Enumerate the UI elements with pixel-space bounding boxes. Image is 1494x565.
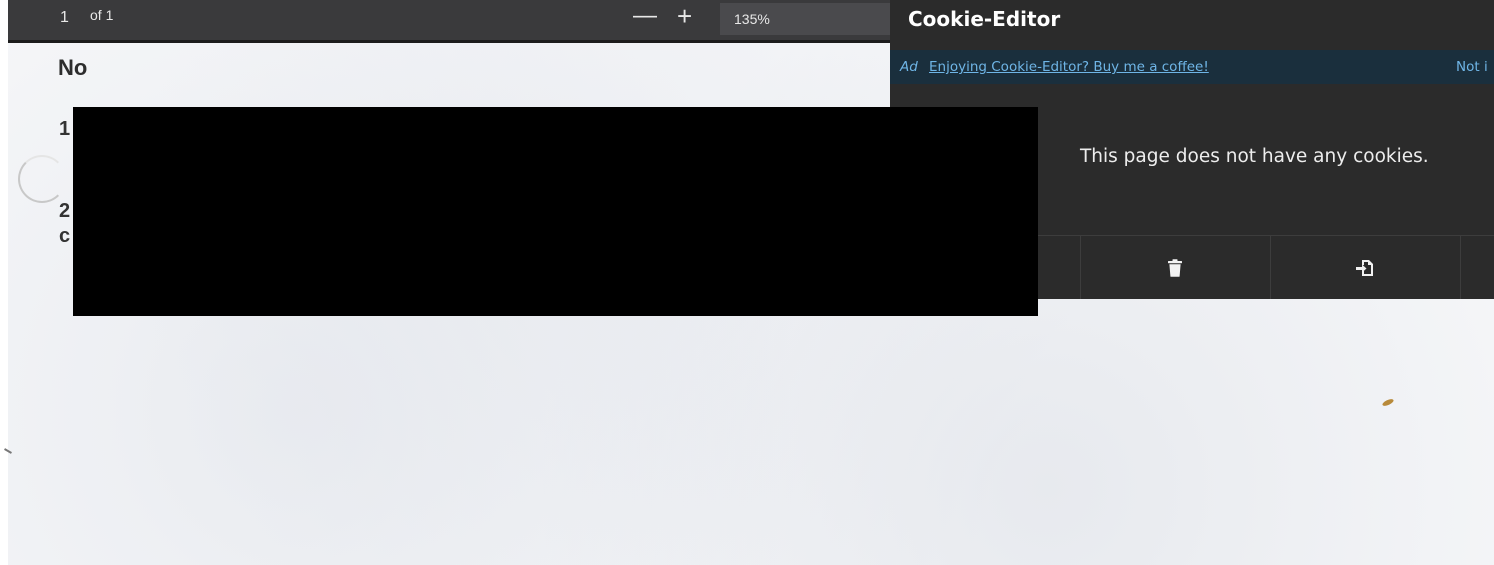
zoom-out-button[interactable]: —: [633, 2, 657, 30]
import-button[interactable]: [1270, 236, 1459, 299]
redaction-box: [73, 107, 1038, 316]
ad-banner: Ad Enjoying Cookie-Editor? Buy me a coff…: [890, 50, 1494, 84]
document-item-number: 2: [59, 200, 71, 222]
empty-cookies-message: This page does not have any cookies.: [1080, 146, 1429, 167]
ad-label: Ad: [900, 59, 918, 75]
delete-all-button[interactable]: [1080, 236, 1269, 299]
pdf-toolbar: 1 of 1 — + 135%: [8, 0, 898, 43]
radio-option[interactable]: [18, 155, 66, 203]
document-item-number: 1: [59, 118, 71, 140]
page-count-label: of 1: [90, 7, 114, 23]
toolbar-divider: [8, 40, 898, 43]
document-heading: No: [58, 55, 88, 80]
ad-link[interactable]: Enjoying Cookie-Editor? Buy me a coffee!: [929, 50, 1209, 84]
more-actions-button[interactable]: [1460, 236, 1494, 299]
page-number-box[interactable]: 1: [8, 4, 88, 34]
document-item-text: c: [59, 225, 71, 247]
zoom-level-select[interactable]: 135%: [720, 3, 890, 35]
zoom-in-button[interactable]: +: [677, 1, 692, 32]
page-number-input[interactable]: 1: [60, 9, 69, 27]
ad-dismiss-link[interactable]: Not i: [1456, 50, 1488, 84]
popup-title: Cookie-Editor: [908, 7, 1061, 31]
import-icon: [1355, 258, 1375, 278]
popup-header: Cookie-Editor: [890, 0, 1494, 48]
trash-icon: [1167, 258, 1183, 277]
